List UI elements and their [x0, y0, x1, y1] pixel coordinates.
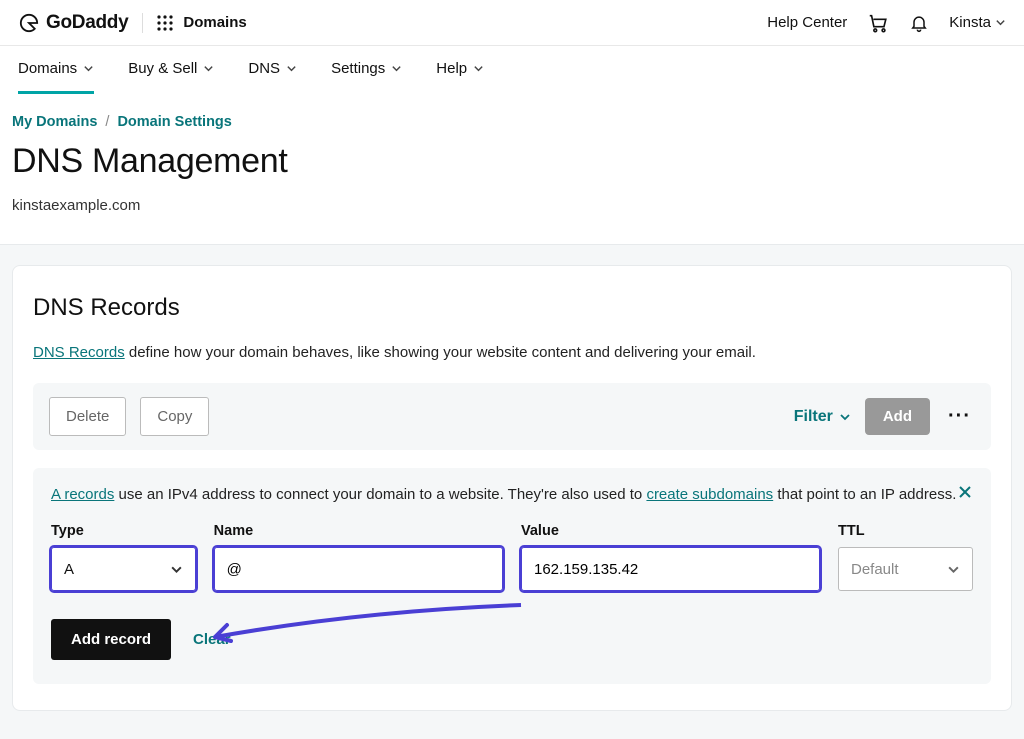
filter-button[interactable]: Filter [794, 408, 851, 426]
name-input[interactable] [227, 561, 490, 578]
user-menu[interactable]: Kinsta [949, 14, 1006, 31]
record-form-row: Type A Name Value [51, 523, 973, 591]
help-center-link[interactable]: Help Center [767, 14, 847, 31]
nav-domains[interactable]: Domains [18, 60, 94, 94]
chevron-down-icon [839, 411, 851, 423]
main-nav: Domains Buy & Sell DNS Settings Help [0, 46, 1024, 94]
user-name: Kinsta [949, 14, 991, 31]
value-input-wrap [521, 547, 820, 591]
nav-dns[interactable]: DNS [248, 60, 297, 94]
top-bar: GoDaddy Domains Help Center Kinsta [0, 0, 1024, 46]
name-input-wrap [214, 547, 503, 591]
type-value: A [64, 561, 74, 578]
records-toolbar: Delete Copy Filter Add ··· [33, 383, 991, 450]
card-description: DNS Records define how your domain behav… [33, 344, 991, 361]
chevron-down-icon [286, 63, 297, 74]
more-menu-icon[interactable]: ··· [944, 405, 975, 428]
filter-label: Filter [794, 408, 833, 426]
nav-label: Buy & Sell [128, 60, 197, 77]
create-subdomains-link[interactable]: create subdomains [646, 486, 773, 503]
chevron-down-icon [170, 563, 183, 576]
nav-label: Help [436, 60, 467, 77]
type-label: Type [51, 523, 196, 539]
chevron-down-icon [83, 63, 94, 74]
page-title: DNS Management [12, 142, 1012, 181]
ttl-label: TTL [838, 523, 973, 539]
nav-buy-sell[interactable]: Buy & Sell [128, 60, 214, 94]
name-label: Name [214, 523, 503, 539]
divider [142, 13, 143, 33]
chevron-down-icon [995, 17, 1006, 28]
annotation-arrow-icon [201, 601, 531, 647]
add-button[interactable]: Add [865, 398, 930, 435]
nav-label: Domains [18, 60, 77, 77]
ttl-select[interactable]: Default [838, 547, 973, 591]
chevron-down-icon [473, 63, 484, 74]
dns-records-card: DNS Records DNS Records define how your … [12, 265, 1012, 711]
a-records-link[interactable]: A records [51, 486, 114, 503]
apps-grid-icon[interactable] [157, 15, 173, 31]
page-header: My Domains / Domain Settings DNS Managem… [0, 94, 1024, 244]
field-value: Value [521, 523, 820, 591]
value-input[interactable] [534, 561, 807, 578]
nav-settings[interactable]: Settings [331, 60, 402, 94]
breadcrumb: My Domains / Domain Settings [12, 114, 1012, 130]
form-actions: Add record Clear [51, 619, 973, 660]
page-subtitle-domain: kinstaexample.com [12, 197, 1012, 214]
crumb-my-domains[interactable]: My Domains [12, 114, 97, 130]
type-select[interactable]: A [51, 547, 196, 591]
crumb-domain-settings[interactable]: Domain Settings [117, 114, 231, 130]
delete-button[interactable]: Delete [49, 397, 126, 436]
bell-icon[interactable] [909, 12, 929, 34]
record-form-panel: A records use an IPv4 address to connect… [33, 468, 991, 684]
add-record-button[interactable]: Add record [51, 619, 171, 660]
value-label: Value [521, 523, 820, 539]
chevron-down-icon [947, 563, 960, 576]
copy-button[interactable]: Copy [140, 397, 209, 436]
close-icon[interactable] [957, 484, 973, 505]
ttl-value: Default [851, 561, 899, 578]
info-text: A records use an IPv4 address to connect… [51, 486, 973, 503]
field-ttl: TTL Default [838, 523, 973, 591]
field-type: Type A [51, 523, 196, 591]
card-heading: DNS Records [33, 294, 991, 322]
topbar-section-label[interactable]: Domains [183, 14, 246, 31]
chevron-down-icon [203, 63, 214, 74]
card-desc-text: define how your domain behaves, like sho… [125, 344, 756, 361]
clear-link[interactable]: Clear [193, 631, 231, 648]
nav-help[interactable]: Help [436, 60, 484, 94]
brand-name: GoDaddy [46, 12, 128, 34]
chevron-down-icon [391, 63, 402, 74]
crumb-separator: / [105, 114, 109, 130]
nav-label: DNS [248, 60, 280, 77]
nav-label: Settings [331, 60, 385, 77]
content-area: DNS Records DNS Records define how your … [0, 244, 1024, 739]
field-name: Name [214, 523, 503, 591]
dns-records-help-link[interactable]: DNS Records [33, 344, 125, 361]
godaddy-icon [18, 13, 40, 33]
brand-logo[interactable]: GoDaddy [18, 12, 128, 34]
cart-icon[interactable] [867, 12, 889, 34]
